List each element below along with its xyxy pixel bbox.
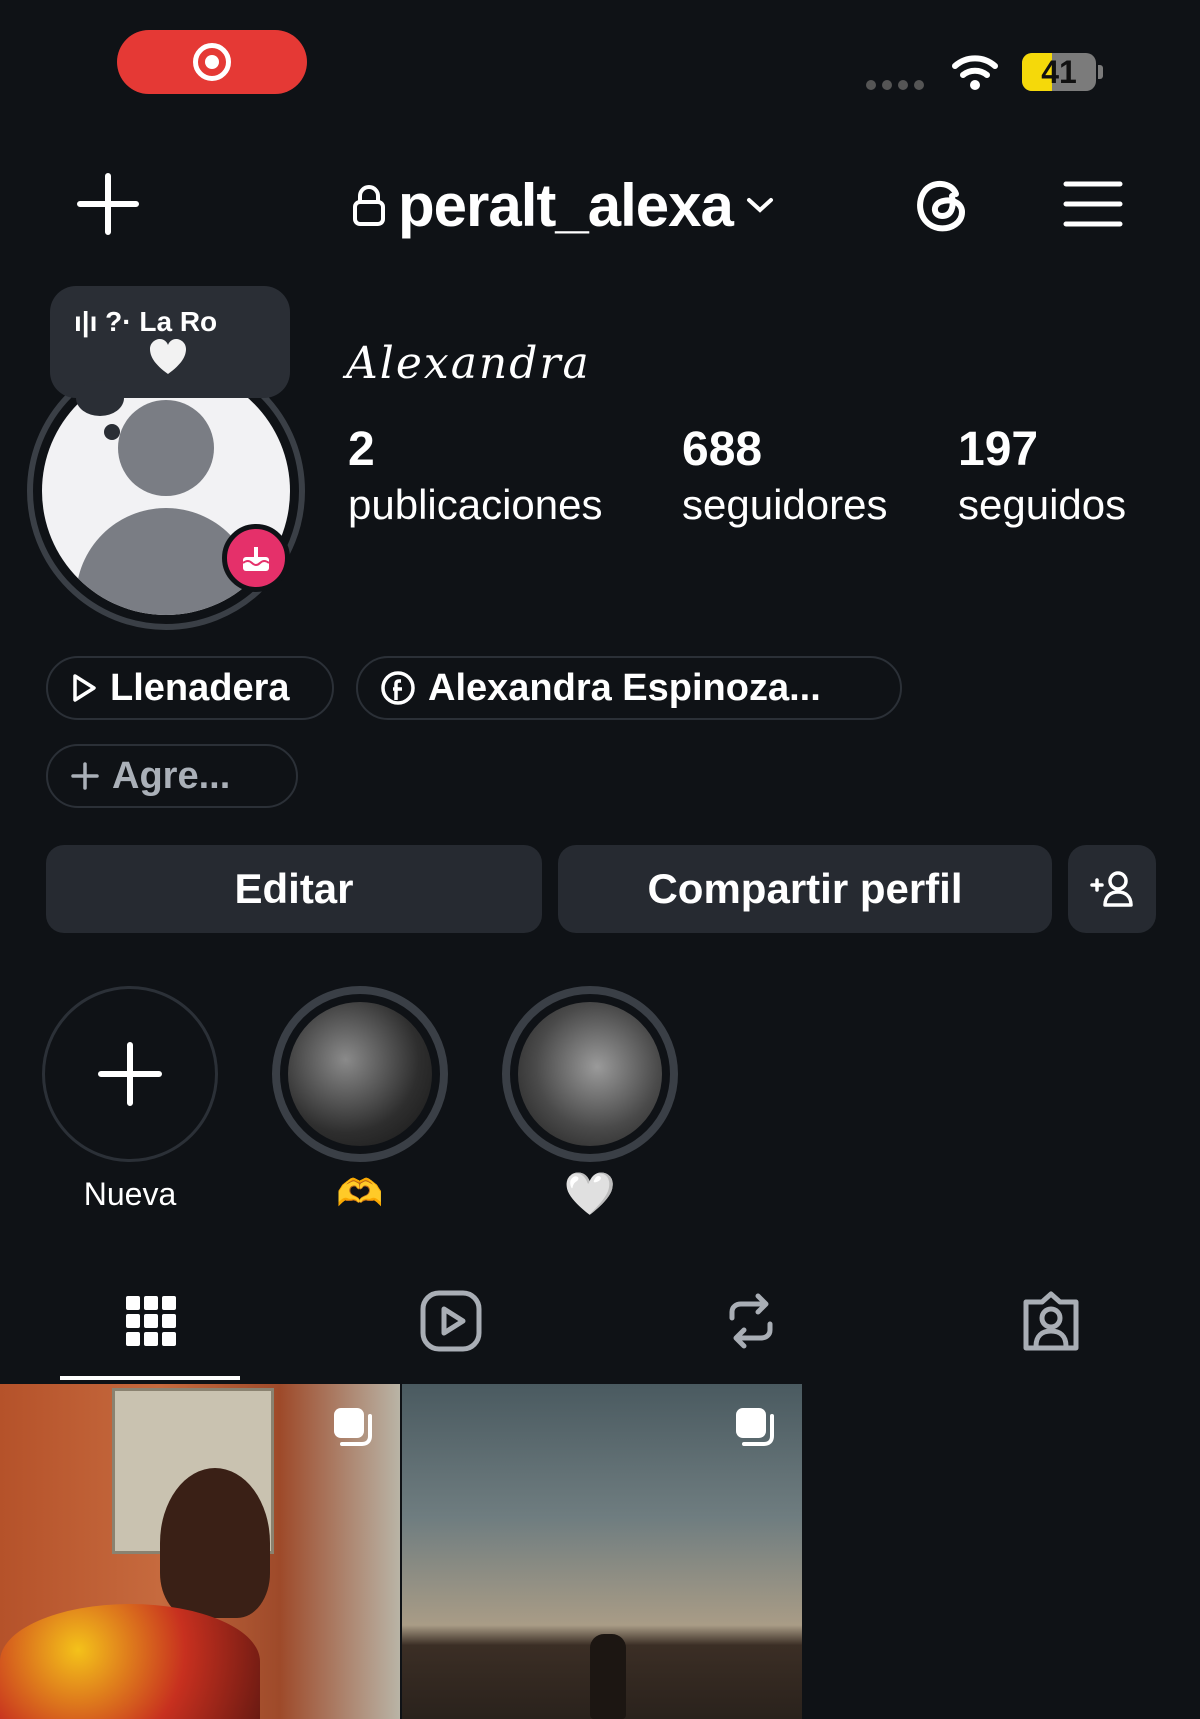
threads-icon[interactable] <box>910 172 974 236</box>
highlight-2-cover <box>518 1002 662 1146</box>
screen-recording-indicator[interactable] <box>117 30 307 94</box>
menu-icon[interactable] <box>1062 178 1124 230</box>
playlist-chip-label: Llenadera <box>110 666 290 709</box>
post-thumbnail-2[interactable] <box>402 1384 802 1719</box>
username: peralt_alexa <box>398 171 734 239</box>
chevron-down-icon <box>746 198 773 213</box>
discover-people-button[interactable] <box>1068 845 1156 933</box>
facebook-chip-label: Alexandra Espinoza... <box>428 666 821 709</box>
stat-followers-label: seguidores <box>682 481 888 528</box>
grid-tab-icon[interactable] <box>118 1288 184 1354</box>
highlight-2[interactable] <box>502 986 678 1162</box>
stat-posts-count: 2 <box>348 423 375 476</box>
play-icon <box>73 674 96 702</box>
highlight-new[interactable] <box>42 986 218 1162</box>
create-plus-icon[interactable] <box>76 172 140 236</box>
highlight-2-label: 🤍 <box>563 1170 617 1217</box>
facebook-icon <box>381 671 415 705</box>
stat-posts-label: publicaciones <box>348 481 603 528</box>
cake-icon <box>242 547 270 571</box>
facebook-chip[interactable]: Alexandra Espinoza... <box>356 656 902 720</box>
stat-following-label: seguidos <box>958 481 1127 528</box>
highlight-1-cover <box>288 1002 432 1146</box>
display-name: Alexandra <box>346 338 591 389</box>
birthday-badge <box>222 524 290 592</box>
tagged-tab-icon[interactable] <box>1018 1288 1084 1354</box>
heart-icon <box>150 339 186 374</box>
wifi-icon <box>952 55 998 90</box>
add-person-icon <box>1090 871 1133 907</box>
stat-followers[interactable]: 688 seguidores <box>682 424 887 534</box>
record-icon <box>193 43 231 81</box>
post-1-person <box>160 1468 270 1618</box>
highlight-1-label: 🫶 <box>336 1173 384 1215</box>
lock-icon <box>353 185 385 226</box>
stat-followers-count: 688 <box>682 423 763 476</box>
post-2-person <box>590 1634 626 1719</box>
cellular-signal-icon <box>866 80 924 90</box>
stat-following[interactable]: 197 seguidos <box>958 424 1126 534</box>
share-profile-button[interactable]: Compartir perfil <box>558 845 1052 933</box>
note-bubble-tail <box>76 380 124 416</box>
post-1-flowers <box>0 1604 260 1719</box>
reels-tab-icon[interactable] <box>418 1288 484 1354</box>
post-thumbnail-1[interactable] <box>0 1384 400 1719</box>
carousel-icon <box>334 1408 372 1446</box>
stat-following-count: 197 <box>958 423 1039 476</box>
active-tab-indicator <box>60 1376 240 1380</box>
playlist-chip[interactable]: Llenadera <box>46 656 334 720</box>
plus-icon <box>98 1042 162 1106</box>
note-text: ı|ı ?· La Ro <box>74 306 218 337</box>
stat-posts[interactable]: 2 publicaciones <box>348 424 603 534</box>
add-link-chip-label: Agre... <box>112 754 231 797</box>
battery-indicator: 41 <box>1022 52 1106 92</box>
reposts-tab-icon[interactable] <box>718 1288 784 1354</box>
add-link-chip[interactable]: Agre... <box>46 744 298 808</box>
highlight-1[interactable] <box>272 986 448 1162</box>
account-switcher[interactable]: peralt_alexa <box>352 170 775 240</box>
highlight-new-label: Nueva <box>83 1176 177 1212</box>
carousel-icon <box>736 1408 774 1446</box>
edit-profile-button[interactable]: Editar <box>46 845 542 933</box>
plus-icon <box>71 762 99 790</box>
battery-level: 41 <box>1041 53 1077 90</box>
note-bubble-tail-dot <box>104 424 120 440</box>
